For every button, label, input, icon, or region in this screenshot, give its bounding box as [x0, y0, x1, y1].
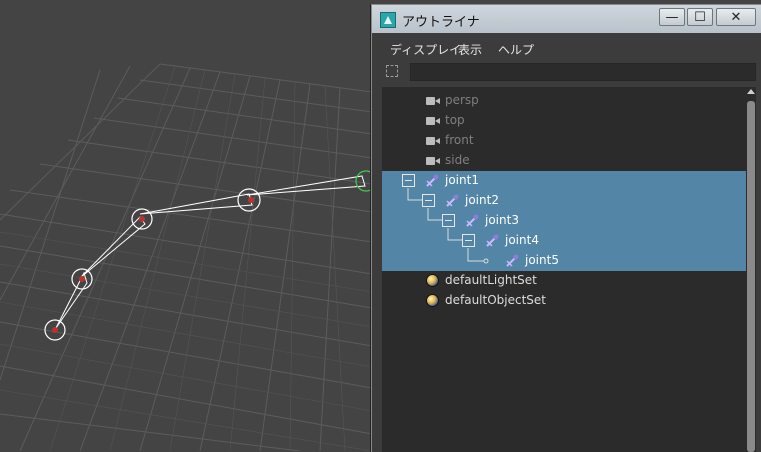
- list-item-defaultobjectset[interactable]: defaultObjectSet: [382, 291, 746, 311]
- outliner-window[interactable]: アウトライナ — ☐ ✕ ディスプレイ 表示 ヘルプ persp top fro…: [371, 4, 761, 452]
- vertical-scrollbar[interactable]: [746, 87, 756, 452]
- set-icon: [426, 294, 439, 307]
- maya-app-icon: [380, 12, 396, 28]
- close-button[interactable]: ✕: [716, 8, 756, 26]
- item-label: defaultObjectSet: [445, 293, 547, 307]
- item-label: defaultLightSet: [445, 273, 537, 287]
- scroll-up-arrow-icon[interactable]: [747, 89, 755, 94]
- maximize-button[interactable]: ☐: [687, 8, 713, 26]
- window-title: アウトライナ: [402, 15, 480, 30]
- menu-show[interactable]: 表示: [458, 41, 482, 58]
- minimize-button[interactable]: —: [659, 8, 685, 26]
- title-bar[interactable]: アウトライナ — ☐ ✕: [372, 5, 761, 33]
- scroll-thumb[interactable]: [747, 101, 755, 452]
- filter-row: [378, 61, 758, 83]
- menu-help[interactable]: ヘルプ: [498, 41, 534, 58]
- set-icon: [426, 274, 439, 287]
- list-item-defaultlightset[interactable]: defaultLightSet: [382, 271, 746, 291]
- outliner-tree[interactable]: persp top front side joint1 joint2 joint…: [382, 87, 746, 452]
- menu-bar: ディスプレイ 表示 ヘルプ: [378, 39, 758, 59]
- hierarchy-lines: [407, 188, 489, 264]
- menu-display[interactable]: ディスプレイ: [390, 41, 461, 58]
- filter-icon[interactable]: [386, 65, 398, 77]
- filter-input[interactable]: [410, 63, 756, 81]
